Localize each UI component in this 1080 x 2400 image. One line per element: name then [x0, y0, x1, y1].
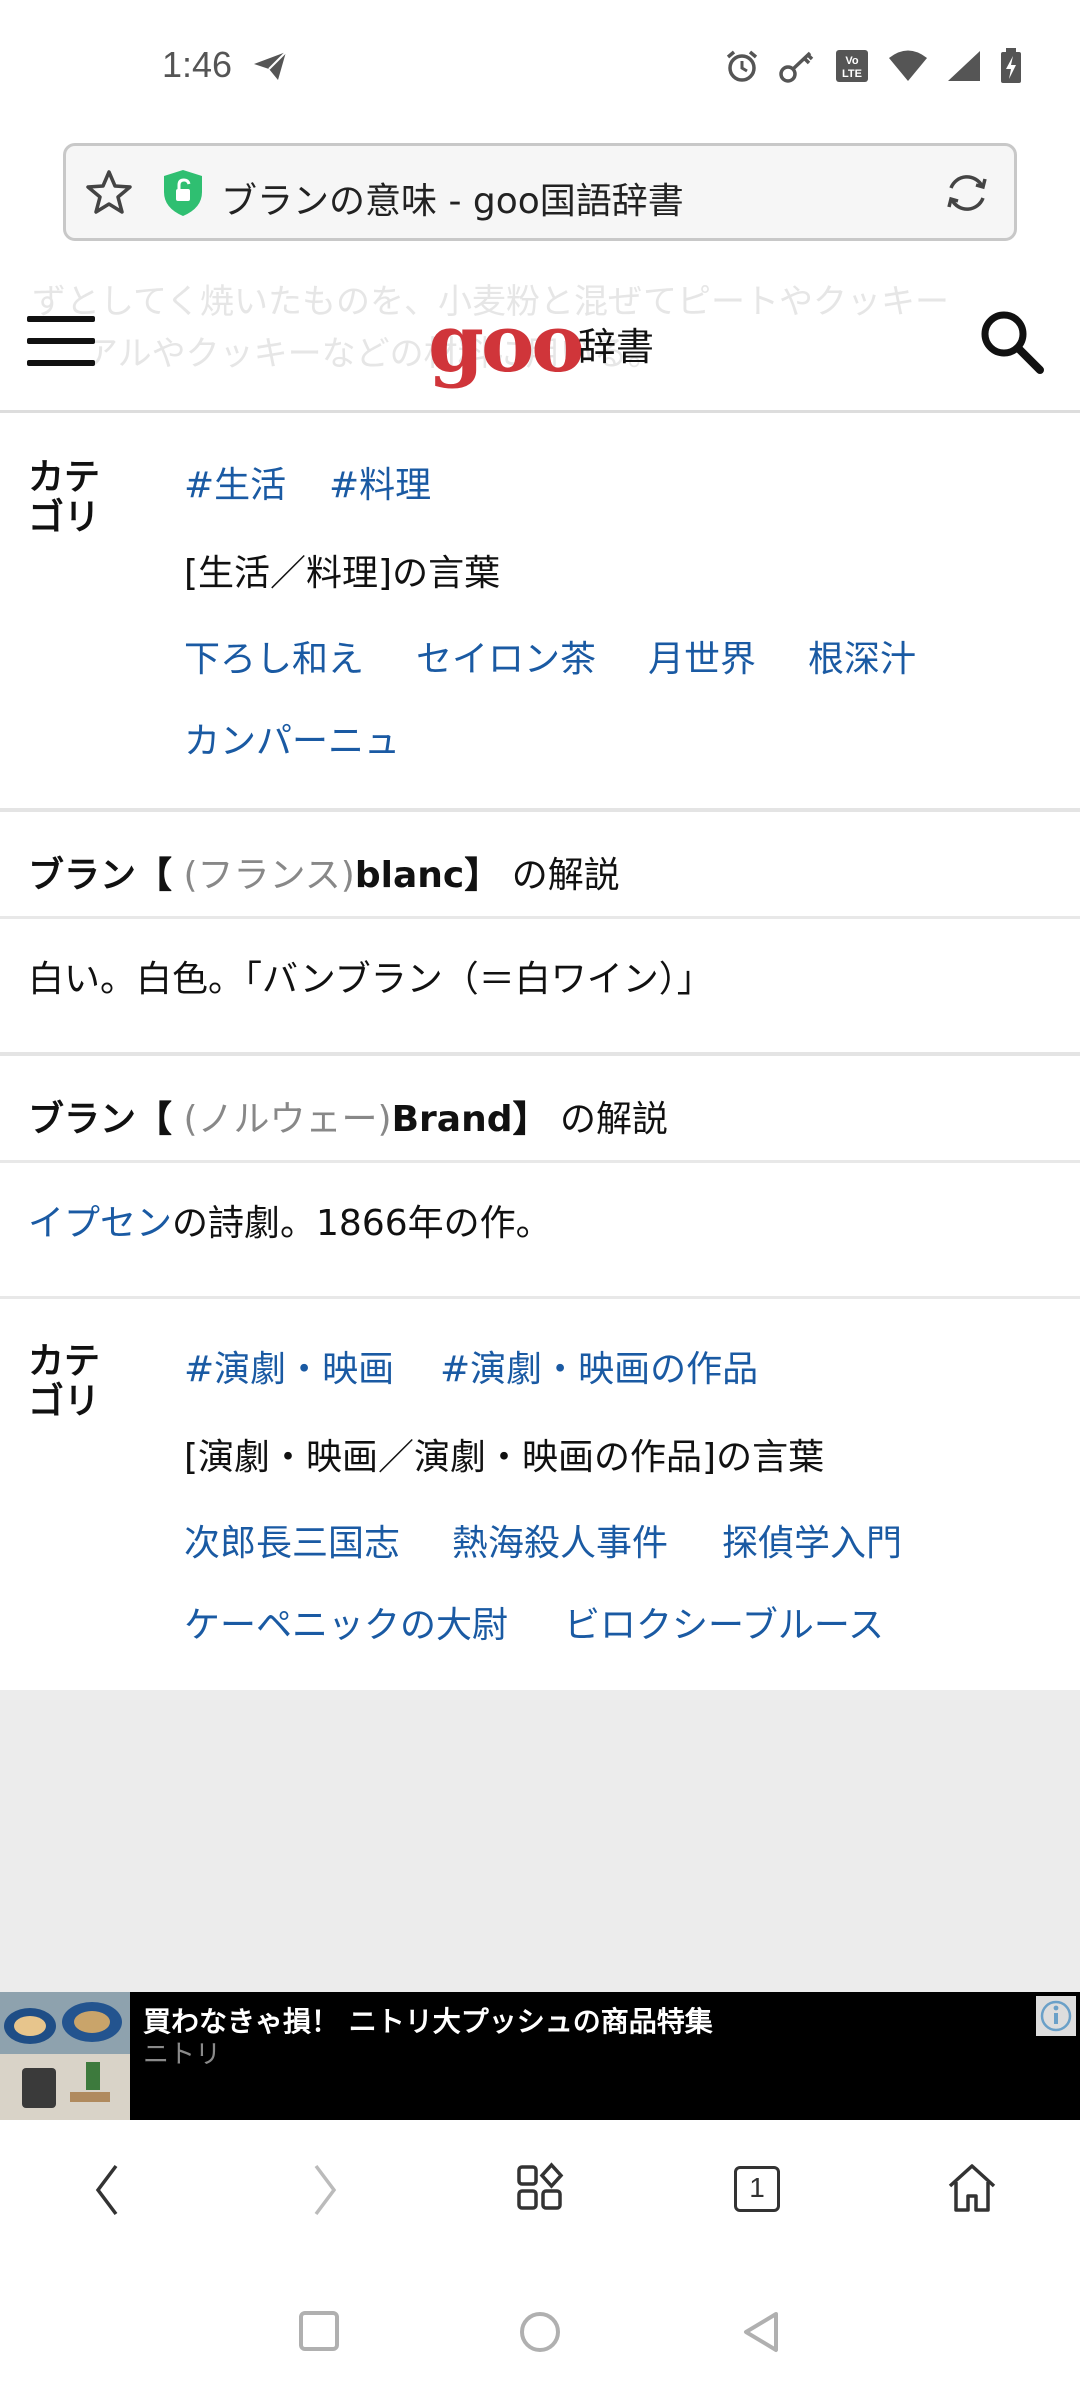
- volte-icon: Vo LTE: [836, 50, 868, 82]
- category-section-1: カテゴリ #生活 #料理 [生活／料理]の言葉 下ろし和え セイロン茶 月世界 …: [0, 416, 1080, 808]
- tag-link[interactable]: #生活: [184, 456, 286, 508]
- goo-logo[interactable]: goo: [428, 298, 585, 388]
- tag-link[interactable]: #演劇・映画: [184, 1340, 394, 1392]
- related-word-link[interactable]: ケーペニックの大尉: [184, 1596, 508, 1648]
- status-icons: Vo LTE: [724, 48, 1022, 84]
- ad-banner[interactable]: 買わなきゃ損！ ニトリ大プッシュの商品特集 ニトリ: [0, 1992, 1080, 2120]
- ad-advertiser: ニトリ: [143, 2040, 222, 2070]
- home-icon[interactable]: [946, 2162, 998, 2214]
- system-navigation-bar: [0, 2260, 1080, 2400]
- signal-icon: [948, 51, 980, 81]
- related-word-link[interactable]: 月世界: [648, 630, 756, 682]
- related-words-heading: [生活／料理]の言葉: [184, 553, 501, 594]
- menu-icon[interactable]: [27, 316, 95, 366]
- search-icon[interactable]: [978, 308, 1046, 376]
- related-words-heading: [演劇・映画／演劇・映画の作品]の言葉: [184, 1437, 825, 1478]
- svg-text:LTE: LTE: [842, 68, 862, 80]
- entry-heading: ブラン【 (ノルウェー)Brand】 の解説: [28, 1099, 668, 1140]
- status-bar: 1:46 Vo LTE: [0, 0, 1080, 135]
- site-header: ずとしてく焼いたものを、小麦粉と混ぜてピートやクッキー アルやクッキーなどの材料…: [0, 278, 1080, 413]
- entry-definition: 白い。白色。「バンブラン（＝白ワイン）」: [28, 959, 713, 1000]
- related-word-link[interactable]: 根深汁: [808, 630, 916, 682]
- related-word-link[interactable]: ビロクシーブルース: [564, 1596, 884, 1648]
- system-back-icon[interactable]: [740, 2310, 782, 2354]
- ad-info-icon[interactable]: [1036, 1996, 1076, 2036]
- related-word-link[interactable]: 熱海殺人事件: [452, 1514, 668, 1566]
- security-shield-icon[interactable]: [162, 168, 204, 218]
- entry-definition: イプセンの詩劇。1866年の作。: [28, 1203, 552, 1244]
- forward-icon[interactable]: [310, 2162, 340, 2218]
- tag-link[interactable]: #料理: [329, 456, 431, 508]
- related-word-link[interactable]: 次郎長三国志: [184, 1514, 400, 1566]
- page-title[interactable]: ブランの意味 - goo国語辞書: [221, 172, 684, 224]
- recents-icon[interactable]: [298, 2310, 340, 2352]
- key-icon: [779, 51, 814, 83]
- home-circle-icon[interactable]: [518, 2310, 562, 2354]
- logo-dictionary-label: 辞書: [578, 325, 655, 369]
- heading-divider: [0, 1160, 1080, 1163]
- category-label: カテゴリ: [28, 457, 101, 538]
- section-divider: [0, 1052, 1080, 1056]
- related-word-link[interactable]: 下ろし和え: [184, 630, 364, 682]
- definition-link[interactable]: イプセン: [28, 1203, 172, 1244]
- reload-icon[interactable]: [942, 168, 992, 218]
- alarm-icon: [726, 50, 758, 82]
- related-word-link[interactable]: 探偵学入門: [722, 1514, 902, 1566]
- section-divider: [0, 808, 1080, 812]
- tag-link[interactable]: #演劇・映画の作品: [440, 1340, 758, 1392]
- battery-charging-icon: [1001, 48, 1021, 83]
- category-label: カテゴリ: [28, 1341, 101, 1422]
- ad-title[interactable]: 買わなきゃ損！ ニトリ大プッシュの商品特集: [143, 2000, 713, 2040]
- back-icon[interactable]: [92, 2162, 122, 2218]
- related-word-link[interactable]: カンパーニュ: [184, 712, 400, 764]
- apps-grid-icon[interactable]: [516, 2162, 564, 2214]
- category-section-2: カテゴリ #演劇・映画 #演劇・映画の作品 [演劇・映画／演劇・映画の作品]の言…: [0, 1300, 1080, 1690]
- browser-toolbar: 1: [0, 2120, 1080, 2260]
- tabs-button[interactable]: 1: [734, 2166, 780, 2212]
- related-word-link[interactable]: セイロン茶: [416, 630, 596, 682]
- bookmark-star-icon[interactable]: [84, 168, 134, 218]
- ad-thumbnail[interactable]: [0, 1992, 130, 2120]
- entry-heading: ブラン【 (フランス)blanc】 の解説: [28, 855, 620, 896]
- page-footer-area: [0, 1690, 1080, 1992]
- wifi-icon: [889, 50, 927, 81]
- svg-text:Vo: Vo: [845, 55, 859, 67]
- heading-divider: [0, 916, 1080, 919]
- status-time: 1:46: [162, 44, 233, 85]
- send-icon: [254, 51, 287, 80]
- address-bar[interactable]: ブランの意味 - goo国語辞書: [63, 143, 1017, 241]
- section-divider: [0, 1296, 1080, 1299]
